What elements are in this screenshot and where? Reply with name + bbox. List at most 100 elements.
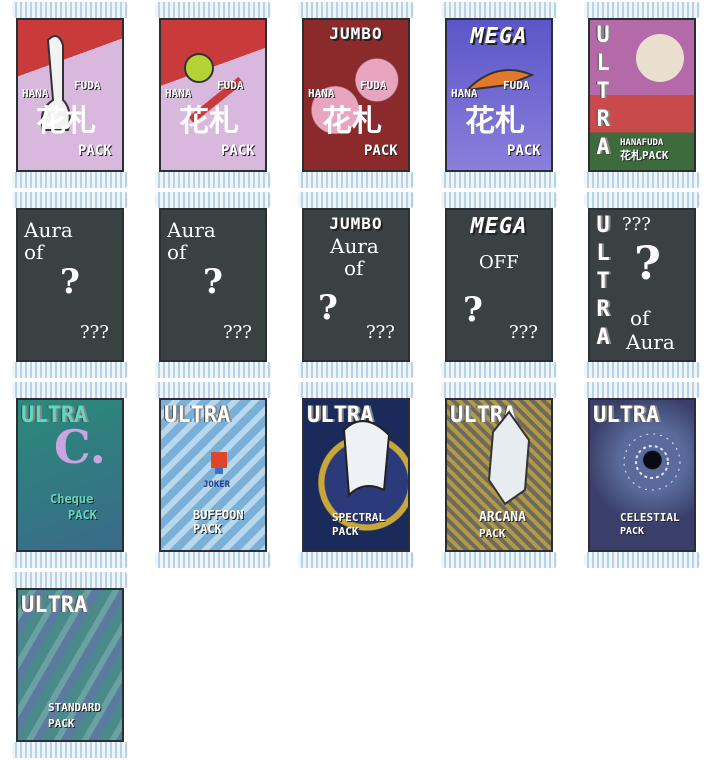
buffoon-label: BUFFOON <box>193 508 244 522</box>
pack-art: MEGA HANA FUDA 花札 PACK <box>445 18 553 172</box>
of-label: of <box>630 306 650 330</box>
pack-crimp-bottom <box>155 172 271 188</box>
pack-crimp-bottom <box>584 552 700 568</box>
unknown-label: ??? <box>509 322 538 343</box>
pack-art: Aura of ? ??? <box>16 208 124 362</box>
ultra-label: ULTRA <box>21 403 88 428</box>
pack-art: HANA FUDA 花札 PACK <box>159 18 267 172</box>
fuda-label: FUDA <box>503 79 530 92</box>
pack-label: PACK <box>479 527 506 540</box>
pack-crimp-bottom <box>12 742 128 758</box>
kanji-label: 花札 <box>179 104 239 139</box>
pack-label: PACK <box>68 508 97 522</box>
pack-crimp-bottom <box>12 552 128 568</box>
pack-label: PACK <box>78 143 112 159</box>
fuda-label: FUDA <box>74 79 101 92</box>
jumbo-label: JUMBO <box>329 214 383 233</box>
hanafuda-label: HANAFUDA <box>620 138 664 148</box>
ultra-cheque-pack[interactable]: ULTRA C. Cheque PACK <box>12 382 128 568</box>
hanafuda-pack-bird[interactable]: HANA FUDA 花札 PACK <box>155 2 271 188</box>
pack-crimp-top <box>155 382 271 398</box>
pack-label: 花札PACK <box>620 149 669 162</box>
ultra-standard-pack[interactable]: ULTRA STANDARD PACK <box>12 572 128 758</box>
pack-crimp-top <box>155 2 271 18</box>
pack-art: ULTRA C. Cheque PACK <box>16 398 124 552</box>
unknown-label: ??? <box>366 322 395 343</box>
jumbo-label: JUMBO <box>329 24 383 43</box>
pack-crimp-bottom <box>584 172 700 188</box>
pack-label: PACK <box>364 143 398 159</box>
pack-art: ULTRA SPECTRAL PACK <box>302 398 410 552</box>
celestial-label: CELESTIAL <box>620 511 680 524</box>
jumbo-hanafuda-pack[interactable]: JUMBO HANA FUDA 花札 PACK <box>298 2 414 188</box>
fuda-label: FUDA <box>360 79 387 92</box>
hanafuda-pack-crane[interactable]: HANA FUDA 花札 PACK <box>12 2 128 188</box>
pack-art: Aura of ? ??? <box>159 208 267 362</box>
pack-label: PACK <box>221 143 255 159</box>
aura-label: Aura <box>24 218 73 242</box>
pack-crimp-top <box>584 192 700 208</box>
of-label: of <box>344 256 364 280</box>
pack-art: ULTRA ??? ? of Aura <box>588 208 696 362</box>
pack-crimp-bottom <box>12 172 128 188</box>
pack-art: ULTRA STANDARD PACK <box>16 588 124 742</box>
ultra-spectral-pack[interactable]: ULTRA SPECTRAL PACK <box>298 382 414 568</box>
pack-crimp-bottom <box>298 362 414 378</box>
pack-crimp-top <box>12 2 128 18</box>
pack-art: JUMBO Aura of ? ??? <box>302 208 410 362</box>
kanji-label: 花札 <box>465 104 525 139</box>
ultra-celestial-pack[interactable]: ULTRA CELESTIAL PACK <box>584 382 700 568</box>
fuda-label: FUDA <box>217 79 244 92</box>
pack-crimp-top <box>298 382 414 398</box>
jumbo-aura-pack[interactable]: JUMBO Aura of ? ??? <box>298 192 414 378</box>
pack-label: PACK <box>332 525 359 538</box>
pack-label: PACK <box>193 522 222 536</box>
joker-logo: JOKER <box>203 480 231 490</box>
aura-pack[interactable]: Aura of ? ??? <box>155 192 271 378</box>
arcana-label: ARCANA <box>479 510 526 525</box>
pack-label: PACK <box>620 526 645 537</box>
pack-crimp-bottom <box>441 172 557 188</box>
aura-label: Aura <box>330 234 379 258</box>
aura-pack[interactable]: Aura of ? ??? <box>12 192 128 378</box>
pack-crimp-top <box>298 2 414 18</box>
pack-art: MEGA OFF ? ??? <box>445 208 553 362</box>
pack-crimp-top <box>298 192 414 208</box>
cheque-label: Cheque <box>50 492 94 506</box>
pack-art: ULTRA CELESTIAL PACK <box>588 398 696 552</box>
pack-crimp-bottom <box>584 362 700 378</box>
question-mark: ? <box>463 290 483 330</box>
pack-crimp-bottom <box>441 552 557 568</box>
ultra-buffoon-pack[interactable]: ULTRA JOKER BUFFOON PACK <box>155 382 271 568</box>
pack-art: JUMBO HANA FUDA 花札 PACK <box>302 18 410 172</box>
pack-crimp-top <box>155 192 271 208</box>
pack-label: PACK <box>507 143 541 159</box>
ultra-arcana-pack[interactable]: ULTRA ARCANA PACK <box>441 382 557 568</box>
question-mark: ? <box>634 236 661 290</box>
pack-art: ULTRA ARCANA PACK <box>445 398 553 552</box>
pack-crimp-top <box>584 382 700 398</box>
aura-label: Aura <box>626 330 675 354</box>
pack-crimp-bottom <box>155 552 271 568</box>
pack-crimp-bottom <box>298 172 414 188</box>
kanji-label: 花札 <box>322 104 382 139</box>
mega-aura-pack[interactable]: MEGA OFF ? ??? <box>441 192 557 378</box>
pack-art: ULTRA HANAFUDA 花札PACK <box>588 18 696 172</box>
ultra-hanafuda-pack[interactable]: ULTRA HANAFUDA 花札PACK <box>584 2 700 188</box>
pack-crimp-bottom <box>155 362 271 378</box>
off-label: OFF <box>479 252 519 273</box>
pack-crimp-bottom <box>12 362 128 378</box>
of-label: of <box>167 240 187 264</box>
pack-crimp-top <box>441 382 557 398</box>
unknown-label: ??? <box>622 214 651 235</box>
ultra-label: ULTRA <box>21 593 88 618</box>
ultra-aura-pack[interactable]: ULTRA ??? ? of Aura <box>584 192 700 378</box>
pack-crimp-bottom <box>441 362 557 378</box>
standard-label: STANDARD <box>48 701 101 714</box>
question-mark: ? <box>203 262 223 302</box>
kanji-label: 花札 <box>36 104 96 139</box>
unknown-label: ??? <box>80 322 109 343</box>
pack-label: PACK <box>48 717 75 730</box>
pack-crimp-top <box>12 382 128 398</box>
mega-hanafuda-pack[interactable]: MEGA HANA FUDA 花札 PACK <box>441 2 557 188</box>
